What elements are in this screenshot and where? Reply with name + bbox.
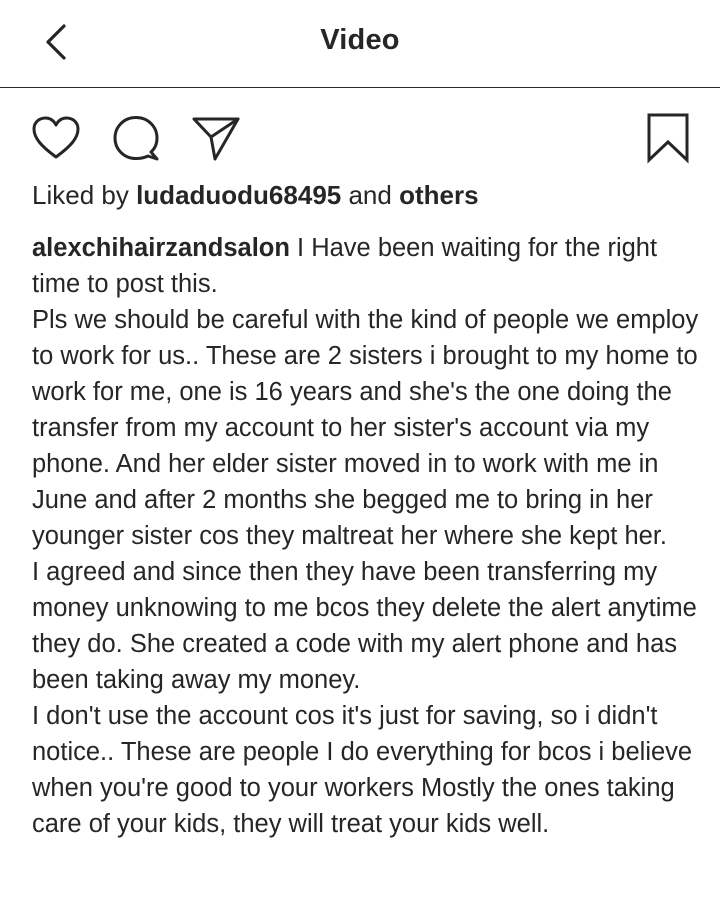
- likes-middle: and: [341, 180, 400, 210]
- like-button[interactable]: [30, 110, 82, 166]
- caption-paragraph: alexchihairzandsalon I Have been waiting…: [32, 230, 702, 302]
- post-action-bar: [0, 110, 720, 166]
- heart-icon: [32, 116, 80, 159]
- caption-paragraph: Pls we should be careful with the kind o…: [32, 306, 699, 550]
- comment-button[interactable]: [110, 110, 162, 166]
- caption-username[interactable]: alexchihairzandsalon: [32, 234, 290, 262]
- likes-prefix: Liked by: [32, 180, 137, 210]
- share-button[interactable]: [190, 110, 242, 166]
- caption-paragraph: I don't use the account cos it's just fo…: [32, 702, 693, 838]
- liker-username[interactable]: ludaduodu68495: [136, 180, 341, 210]
- likes-others-link[interactable]: others: [399, 180, 478, 210]
- likes-line: Liked by ludaduodu68495 and others: [32, 178, 479, 212]
- post-caption: alexchihairzandsalon I Have been waiting…: [32, 230, 702, 842]
- page-title: Video: [320, 24, 400, 56]
- caption-paragraph: I agreed and since then they have been t…: [32, 558, 697, 694]
- bookmark-button[interactable]: [642, 110, 694, 166]
- top-bar: Video: [0, 0, 720, 88]
- comment-icon: [113, 116, 159, 161]
- share-icon: [192, 117, 240, 161]
- bookmark-icon: [647, 113, 689, 164]
